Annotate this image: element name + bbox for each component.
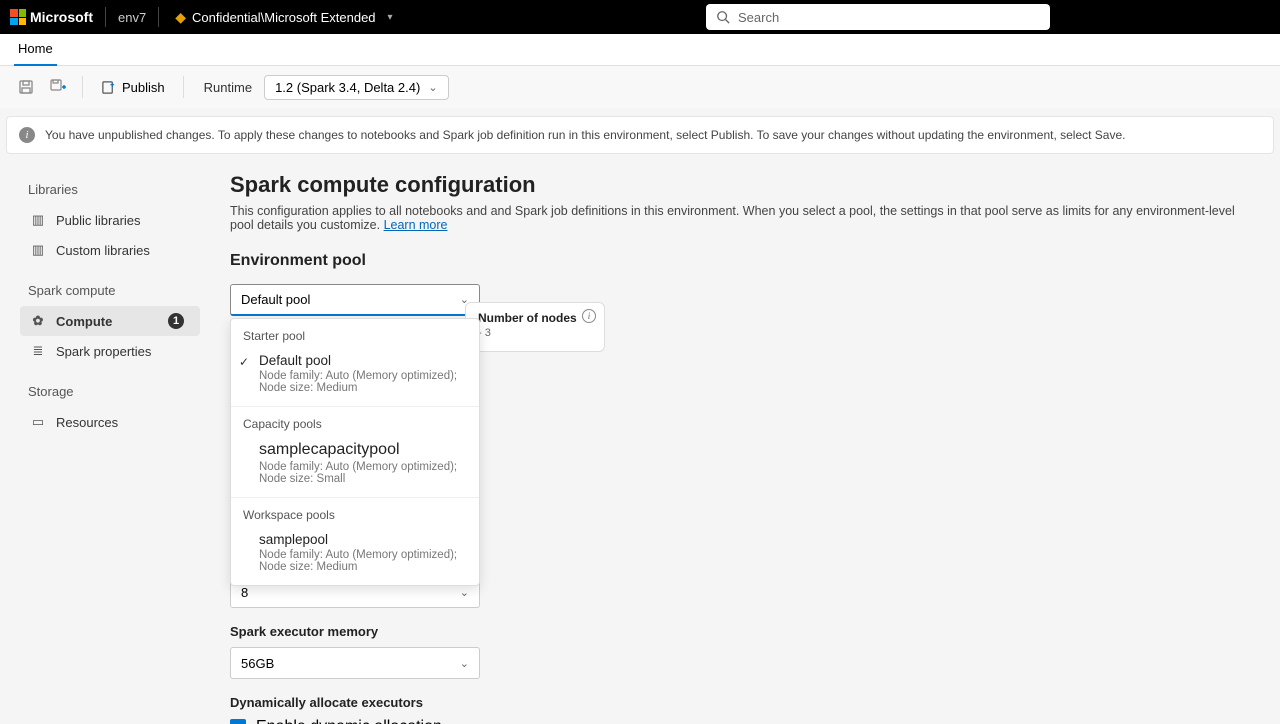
info-text: You have unpublished changes. To apply t… xyxy=(45,128,1126,142)
nodes-card-title: Number of nodes xyxy=(478,311,592,325)
dropdown-group-workspace: Workspace pools xyxy=(231,504,479,526)
sidebar: Libraries ▥ Public libraries ▥ Custom li… xyxy=(0,162,200,724)
shield-icon: ◆ xyxy=(175,9,186,26)
section-environment-pool: Environment pool xyxy=(230,252,1250,270)
library-icon: ▥ xyxy=(30,242,46,258)
dropdown-item-default-pool[interactable]: ✓ Default pool Node family: Auto (Memory… xyxy=(231,347,479,400)
executor-memory-select[interactable]: 56GB ⌄ xyxy=(230,647,480,679)
gear-icon: ✿ xyxy=(30,313,46,329)
main-content: Spark compute configuration This configu… xyxy=(200,162,1280,724)
chevron-down-icon: ⌄ xyxy=(460,657,469,670)
folder-icon: ▭ xyxy=(30,414,46,430)
cores-value: 8 xyxy=(241,585,248,600)
dropdown-item-sub: Node family: Auto (Memory optimized); No… xyxy=(259,370,467,394)
dropdown-item-name: Default pool xyxy=(259,353,467,368)
search-icon xyxy=(716,10,730,24)
page-title: Spark compute configuration xyxy=(230,172,1250,198)
executor-memory-label: Spark executor memory xyxy=(230,624,1250,639)
info-icon: i xyxy=(19,127,35,143)
learn-more-link[interactable]: Learn more xyxy=(384,218,448,232)
search-placeholder: Search xyxy=(738,10,779,25)
runtime-value: 1.2 (Spark 3.4, Delta 2.4) xyxy=(275,80,420,95)
runtime-select[interactable]: 1.2 (Spark 3.4, Delta 2.4) ⌄ xyxy=(264,75,448,100)
publish-label: Publish xyxy=(122,80,165,95)
dropdown-item-sub: Node family: Auto (Memory optimized); No… xyxy=(259,549,467,573)
sidebar-item-spark-properties[interactable]: ≣ Spark properties xyxy=(20,336,200,366)
pool-dropdown: Starter pool ✓ Default pool Node family:… xyxy=(230,318,480,586)
executor-memory-value: 56GB xyxy=(241,656,274,671)
properties-icon: ≣ xyxy=(30,343,46,359)
dropdown-item-samplepool[interactable]: samplepool Node family: Auto (Memory opt… xyxy=(231,526,479,579)
pool-select-value: Default pool xyxy=(241,292,310,307)
dynamic-allocation-label: Dynamically allocate executors xyxy=(230,695,1250,710)
dropdown-item-sub: Node family: Auto (Memory optimized); No… xyxy=(259,461,467,485)
info-bar: i You have unpublished changes. To apply… xyxy=(6,116,1274,154)
tab-bar: Home xyxy=(0,34,1280,66)
tab-home[interactable]: Home xyxy=(14,34,57,66)
save-as-button[interactable] xyxy=(44,73,72,101)
ms-logo-icon xyxy=(10,9,26,25)
sensitivity-label[interactable]: ◆ Confidential\Microsoft Extended ▾ xyxy=(175,9,392,26)
sidebar-item-public-libraries[interactable]: ▥ Public libraries xyxy=(20,205,200,235)
sidebar-group-spark-compute: Spark compute xyxy=(28,283,192,298)
compute-badge: 1 xyxy=(168,313,184,329)
page-description: This configuration applies to all notebo… xyxy=(230,204,1250,232)
pool-select-container: Default pool ⌄ Starter pool ✓ Default po… xyxy=(230,284,480,316)
toolbar: Publish Runtime 1.2 (Spark 3.4, Delta 2.… xyxy=(0,66,1280,108)
environment-name[interactable]: env7 xyxy=(118,10,146,25)
dynamic-allocation-row: ✓ Enable dynamic allocation xyxy=(230,718,1250,724)
sidebar-item-resources[interactable]: ▭ Resources xyxy=(20,407,200,437)
divider xyxy=(105,7,106,27)
divider xyxy=(158,7,159,27)
sidebar-group-libraries: Libraries xyxy=(28,182,192,197)
nodes-card: i Number of nodes - 3 xyxy=(465,302,605,352)
dropdown-group-starter: Starter pool xyxy=(231,325,479,347)
sensitivity-text: Confidential\Microsoft Extended xyxy=(192,10,376,25)
chevron-down-icon: ⌄ xyxy=(460,586,469,599)
search-input[interactable]: Search xyxy=(706,4,1050,30)
dropdown-item-name: samplecapacitypool xyxy=(259,441,467,459)
microsoft-logo[interactable]: Microsoft xyxy=(10,9,93,25)
check-icon: ✓ xyxy=(239,355,249,369)
nodes-card-value: - 3 xyxy=(478,327,592,339)
chevron-down-icon: ▾ xyxy=(388,12,393,23)
info-icon[interactable]: i xyxy=(582,309,596,323)
sidebar-item-compute[interactable]: ✿ Compute 1 xyxy=(20,306,200,336)
pool-select[interactable]: Default pool ⌄ xyxy=(230,284,480,316)
sidebar-group-storage: Storage xyxy=(28,384,192,399)
dropdown-item-name: samplepool xyxy=(259,532,467,547)
dropdown-group-capacity: Capacity pools xyxy=(231,413,479,435)
sidebar-item-custom-libraries[interactable]: ▥ Custom libraries xyxy=(20,235,200,265)
library-icon: ▥ xyxy=(30,212,46,228)
runtime-label: Runtime xyxy=(204,80,252,95)
separator xyxy=(82,76,83,98)
chevron-down-icon: ⌄ xyxy=(428,81,437,94)
dynamic-allocation-checkbox[interactable]: ✓ xyxy=(230,719,246,724)
dropdown-item-samplecapacitypool[interactable]: samplecapacitypool Node family: Auto (Me… xyxy=(231,435,479,491)
dynamic-allocation-check-label: Enable dynamic allocation xyxy=(256,718,442,724)
save-button[interactable] xyxy=(12,73,40,101)
ms-text: Microsoft xyxy=(30,9,93,25)
separator xyxy=(183,76,184,98)
top-bar: Microsoft env7 ◆ Confidential\Microsoft … xyxy=(0,0,1280,34)
search-container: Search xyxy=(706,4,1050,30)
publish-button[interactable]: Publish xyxy=(93,76,173,99)
